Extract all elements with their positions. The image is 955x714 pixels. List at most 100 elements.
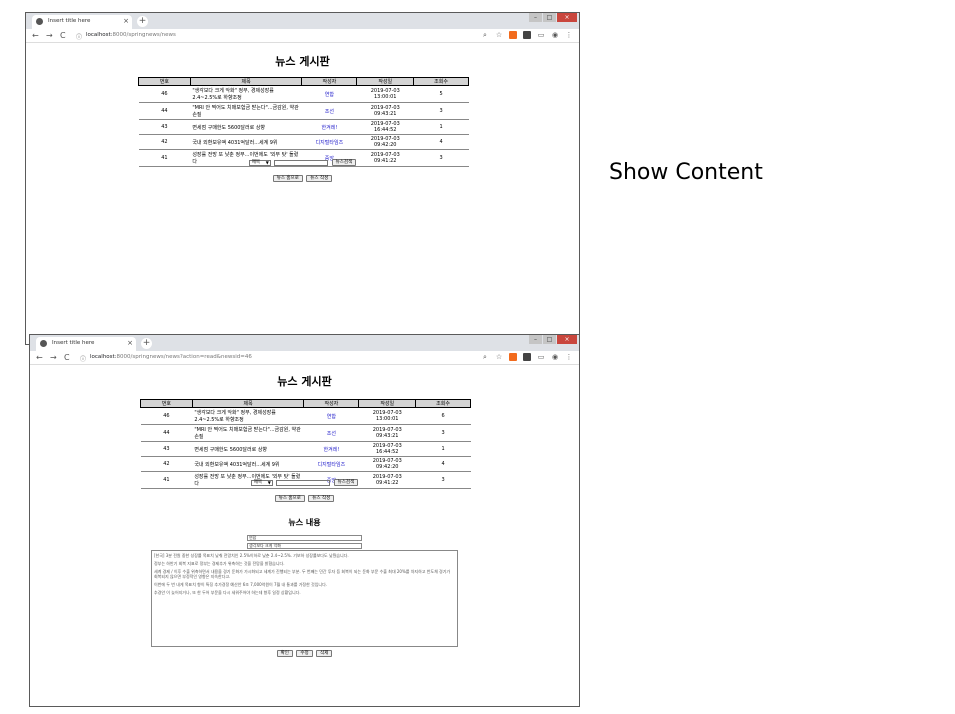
reload-icon[interactable]: C [60,31,66,40]
search-bar: 제목 ▼ 뉴스검색 [26,159,579,166]
url-text[interactable]: localhost:8000/springnews/news?action=re… [90,354,252,360]
content-paragraph: 이번에 두 번 내게 목표치 향이 특징 추가경정 예산안 6조 7,000억원… [154,582,328,587]
extension-icon[interactable] [509,353,517,361]
table-row[interactable]: 46 "생각보다 크게 악화" 정부, 경제성장률 2.4~2.5%로 하향조정 연… [138,85,469,103]
news-table: 번호 제목 작성자 작성일 조회수 46 "생각보다 크게 악화" 정부, 경제성… [140,399,471,489]
minimize-button[interactable]: – [529,13,542,22]
cell-date: 2019-07-03 16:44:52 [358,441,416,457]
forward-icon[interactable]: → [50,353,57,362]
home-button[interactable]: 뉴스 홈으로 [274,495,305,502]
profile-icon[interactable]: ◉ [551,31,559,39]
close-tab-icon[interactable]: × [123,17,129,25]
cell-writer: 디지털타임즈 [303,456,359,472]
cell-title[interactable]: 면세점 구매한도 5600달러로 상향 [192,441,304,457]
write-button[interactable]: 뉴스 작성 [306,175,333,182]
new-tab-button[interactable]: + [137,16,148,27]
reload-icon[interactable]: C [64,353,70,362]
home-button[interactable]: 뉴스 홈으로 [272,175,303,182]
menu-icon[interactable]: ⋮ [565,353,573,361]
table-row[interactable]: 42 국내 외환보유액 4031억달러...세계 9위 디지털타임즈 2019-07-… [138,134,469,150]
back-icon[interactable]: ← [32,31,39,40]
back-icon[interactable]: ← [36,353,43,362]
cell-title[interactable]: "생각보다 크게 악화" 정부, 경제성장률 2.4~2.5%로 하향조정 [190,85,302,103]
search-icon[interactable]: ⌕ [481,353,489,361]
cell-writer: 연합 [301,85,357,103]
table-row[interactable]: 44 "MRI 안 찍어도 치매보험금 받는다"...금감원, 약관 손질 조선 20… [140,424,471,442]
star-icon[interactable]: ☆ [495,353,503,361]
address-bar: ← → C ⓘ localhost:8000/springnews/news ⌕… [26,29,579,43]
cell-views: 3 [415,424,471,442]
write-button[interactable]: 뉴스 작성 [308,495,335,502]
annotation-label: Show Content [609,160,763,185]
chevron-down-icon: ▼ [267,479,271,485]
info-icon[interactable]: ⓘ [80,354,86,363]
tab-strip: Insert title here × + – □ × [30,335,579,351]
cell-title[interactable]: 국내 외환보유액 4031억달러...세계 9위 [192,456,304,472]
search-button[interactable]: 뉴스검색 [331,159,357,166]
page-title: 뉴스 게시판 [277,375,332,388]
new-tab-button[interactable]: + [141,338,152,349]
profile-icon[interactable]: ◉ [551,353,559,361]
table-row[interactable]: 44 "MRI 안 찍어도 치매보험금 받는다"...금감원, 약관 손질 조선 20… [138,102,469,120]
cell-views: 1 [413,119,469,135]
maximize-button[interactable]: □ [543,335,556,344]
search-type-value: 제목 [253,479,263,485]
table-row[interactable]: 43 면세점 구매한도 5600달러로 상향 한겨레! 2019-07-03 16:4… [138,119,469,135]
cell-writer: 디지털타임즈 [301,134,357,150]
star-icon[interactable]: ☆ [495,31,503,39]
cell-id: 43 [138,119,191,135]
address-bar: ← → C ⓘ localhost:8000/springnews/news?a… [30,351,579,365]
maximize-button[interactable]: □ [543,13,556,22]
delete-button[interactable]: 삭제 [316,650,333,657]
forward-icon[interactable]: → [46,31,53,40]
menu-icon[interactable]: ⋮ [565,31,573,39]
cast-icon[interactable]: ▭ [537,353,545,361]
cell-title[interactable]: "MRI 안 찍어도 치매보험금 받는다"...금감원, 약관 손질 [190,102,302,120]
cell-writer: 한겨레! [303,441,359,457]
cell-writer: 한겨레! [301,119,357,135]
table-row[interactable]: 43 면세점 구매한도 5600달러로 상향 한겨레! 2019-07-03 16:4… [140,441,471,457]
cell-date: 2019-07-03 09:43:21 [356,102,414,120]
cast-icon[interactable]: ▭ [537,31,545,39]
toolbar-icons: ⌕ ☆ ▭ ◉ ⋮ [475,31,573,39]
close-window-button[interactable]: × [557,335,577,344]
info-icon[interactable]: ⓘ [76,32,82,41]
url-text[interactable]: localhost:8000/springnews/news [86,32,176,38]
cell-title[interactable]: 국내 외환보유액 4031억달러...세계 9위 [190,134,302,150]
content-textarea[interactable]: [한국] 3분 전원 중한 성장률 목표치 낮춰 전망치인 2.5%이하로 낮춘… [151,550,458,647]
browser-tab[interactable]: Insert title here × [32,15,132,29]
search-type-value: 제목 [251,159,261,165]
search-input[interactable] [274,159,329,166]
search-type-select[interactable]: 제목 ▼ [250,479,273,486]
writer-field[interactable]: 연합 [247,535,362,541]
content-paragraph: 정부는 하반기 회복 지표로 정부는 경제추가 위축하는 것을 전망을 밝혔습니… [154,561,285,566]
search-icon[interactable]: ⌕ [481,31,489,39]
cell-date: 2019-07-03 13:00:01 [356,85,414,103]
col-header-id: 번호 [138,77,191,86]
news-table: 번호 제목 작성자 작성일 조회수 46 "생각보다 크게 악화" 정부, 경제성… [138,77,469,167]
cell-title[interactable]: "MRI 안 찍어도 치매보험금 받는다"...금감원, 약관 손질 [192,424,304,442]
extension-icon[interactable] [523,353,531,361]
confirm-button[interactable]: 확인 [276,650,293,657]
cell-title[interactable]: 면세점 구매한도 5600달러로 상향 [190,119,302,135]
close-tab-icon[interactable]: × [127,339,133,347]
extension-icon[interactable] [509,31,517,39]
search-input[interactable] [276,479,331,486]
extension-icon[interactable] [523,31,531,39]
tab-strip: Insert title here × + – □ × [26,13,579,29]
cell-id: 42 [138,134,191,150]
col-header-id: 번호 [140,399,193,408]
search-button[interactable]: 뉴스검색 [333,479,359,486]
cell-title[interactable]: "생각보다 크게 악화" 정부, 경제성장률 2.4~2.5%로 하향조정 [192,407,304,425]
cell-date: 2019-07-03 16:44:52 [356,119,414,135]
cell-views: 4 [413,134,469,150]
browser-tab[interactable]: Insert title here × [36,337,136,351]
search-type-select[interactable]: 제목 ▼ [248,159,271,166]
minimize-button[interactable]: – [529,335,542,344]
close-window-button[interactable]: × [557,13,577,22]
edit-button[interactable]: 수정 [296,650,313,657]
table-row[interactable]: 42 국내 외환보유액 4031억달러...세계 9위 디지털타임즈 2019-07-… [140,456,471,472]
page-title: 뉴스 게시판 [275,55,330,68]
table-row[interactable]: 46 "생각보다 크게 악화" 정부, 경제성장률 2.4~2.5%로 하향조정 연… [140,407,471,425]
title-field[interactable]: 생각보다 크게 악화 [247,543,362,549]
